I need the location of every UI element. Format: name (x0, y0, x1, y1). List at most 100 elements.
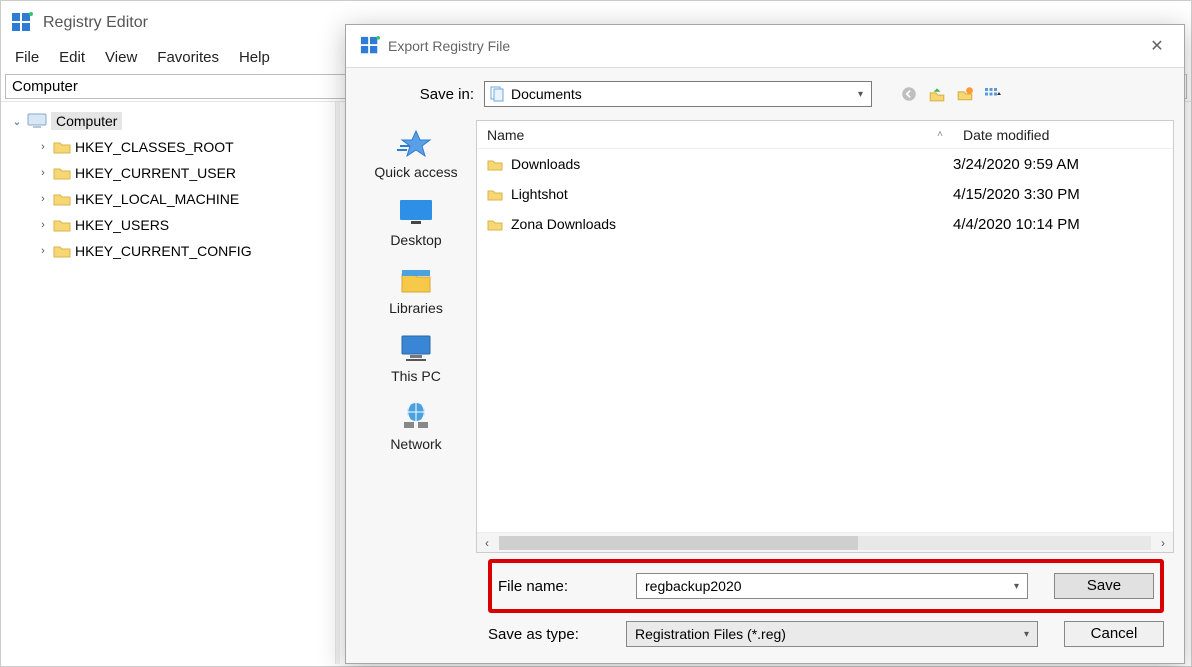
place-label: Network (390, 436, 441, 452)
libraries-icon (396, 264, 436, 296)
folder-icon (53, 140, 71, 154)
dialog-body: Save in: Documents ▾ Quick access (346, 67, 1184, 663)
dialog-mid: Quick access Desktop Libraries This PC N… (356, 120, 1174, 553)
save-in-value: Documents (511, 86, 582, 102)
list-item[interactable]: Zona Downloads 4/4/2020 10:14 PM (477, 209, 1173, 239)
place-libraries[interactable]: Libraries (389, 264, 443, 316)
tree-item-hklm[interactable]: › HKEY_LOCAL_MACHINE (5, 186, 331, 212)
file-date: 4/15/2020 3:30 PM (953, 186, 1173, 203)
menu-favorites[interactable]: Favorites (149, 47, 227, 68)
save-in-row: Save in: Documents ▾ (356, 78, 1174, 110)
place-this-pc[interactable]: This PC (391, 332, 441, 384)
menu-view[interactable]: View (97, 47, 145, 68)
expand-icon[interactable]: › (37, 193, 49, 205)
dialog-bottom: File name: regbackup2020 ▾ Save Save as … (356, 553, 1174, 663)
file-date: 4/4/2020 10:14 PM (953, 216, 1173, 233)
regedit-app-icon (360, 36, 380, 56)
tree-item-hku[interactable]: › HKEY_USERS (5, 212, 331, 238)
folder-icon (53, 166, 71, 180)
scroll-track[interactable] (499, 536, 1151, 550)
network-icon (396, 400, 436, 432)
cancel-button[interactable]: Cancel (1064, 621, 1164, 647)
chevron-down-icon: ▾ (858, 89, 867, 100)
dialog-title: Export Registry File (388, 38, 1144, 54)
chevron-down-icon: ▾ (1024, 629, 1029, 640)
folder-icon (487, 158, 503, 171)
up-icon[interactable] (928, 85, 946, 103)
place-desktop[interactable]: Desktop (390, 196, 441, 248)
tree-item-hkcu[interactable]: › HKEY_CURRENT_USER (5, 160, 331, 186)
close-icon[interactable]: ✕ (1144, 36, 1170, 56)
place-label: Desktop (390, 232, 441, 248)
tree-root-label: Computer (51, 112, 122, 130)
scroll-left-icon[interactable]: ‹ (477, 536, 497, 550)
place-label: This PC (391, 368, 441, 384)
saveastype-value: Registration Files (*.reg) (635, 626, 786, 642)
expand-icon[interactable]: › (37, 141, 49, 153)
registry-tree: ⌄ Computer › HKEY_CLASSES_ROOT › HKEY_CU… (1, 102, 336, 664)
regedit-app-icon (11, 12, 33, 34)
column-name[interactable]: Name ˄ (477, 127, 953, 143)
save-button[interactable]: Save (1054, 573, 1154, 599)
desktop-icon (396, 196, 436, 228)
horizontal-scrollbar[interactable]: ‹ › (477, 532, 1173, 552)
dialog-toolbar (900, 85, 1002, 103)
save-in-combo[interactable]: Documents ▾ (484, 81, 872, 107)
export-dialog: Export Registry File ✕ Save in: Document… (345, 24, 1185, 664)
back-icon[interactable] (900, 85, 918, 103)
documents-icon (489, 86, 505, 102)
file-list-area: Name ˄ Date modified Downloads 3/24/2020… (476, 120, 1174, 553)
tree-item-hkcr[interactable]: › HKEY_CLASSES_ROOT (5, 134, 331, 160)
chevron-down-icon: ▾ (1014, 581, 1019, 592)
expand-icon[interactable]: › (37, 219, 49, 231)
new-folder-icon[interactable] (956, 85, 974, 103)
computer-icon (27, 113, 47, 129)
tree-root[interactable]: ⌄ Computer (5, 108, 331, 134)
saveastype-combo[interactable]: Registration Files (*.reg) ▾ (626, 621, 1038, 647)
menu-file[interactable]: File (7, 47, 47, 68)
place-label: Quick access (374, 164, 457, 180)
scroll-right-icon[interactable]: › (1153, 536, 1173, 550)
menu-help[interactable]: Help (231, 47, 278, 68)
place-quick-access[interactable]: Quick access (374, 128, 457, 180)
tree-item-hkcc[interactable]: › HKEY_CURRENT_CONFIG (5, 238, 331, 264)
file-name: Zona Downloads (511, 216, 616, 232)
menu-edit[interactable]: Edit (51, 47, 93, 68)
folder-icon (487, 188, 503, 201)
column-date-label: Date modified (963, 127, 1049, 143)
filename-label: File name: (498, 578, 624, 595)
filename-value: regbackup2020 (645, 578, 742, 594)
file-name: Lightshot (511, 186, 568, 202)
places-bar: Quick access Desktop Libraries This PC N… (356, 120, 476, 553)
filename-input[interactable]: regbackup2020 ▾ (636, 573, 1028, 599)
saveastype-label: Save as type: (488, 626, 614, 643)
expand-icon[interactable]: › (37, 167, 49, 179)
save-in-label: Save in: (356, 86, 474, 103)
sort-asc-icon: ˄ (937, 129, 943, 140)
tree-item-label: HKEY_CURRENT_CONFIG (75, 243, 252, 259)
saveastype-row: Save as type: Registration Files (*.reg)… (488, 617, 1164, 651)
file-list-header: Name ˄ Date modified (477, 121, 1173, 149)
file-name: Downloads (511, 156, 580, 172)
expand-icon[interactable]: › (37, 245, 49, 257)
filename-row: File name: regbackup2020 ▾ Save (498, 569, 1154, 603)
expand-icon[interactable]: ⌄ (11, 115, 23, 128)
views-icon[interactable] (984, 85, 1002, 103)
app-title: Registry Editor (43, 14, 148, 32)
dialog-titlebar[interactable]: Export Registry File ✕ (346, 25, 1184, 67)
file-date: 3/24/2020 9:59 AM (953, 156, 1173, 173)
folder-icon (487, 218, 503, 231)
place-label: Libraries (389, 300, 443, 316)
file-rows: Downloads 3/24/2020 9:59 AM Lightshot 4/… (477, 149, 1173, 532)
this-pc-icon (396, 332, 436, 364)
scroll-thumb[interactable] (499, 536, 858, 550)
tree-item-label: HKEY_CLASSES_ROOT (75, 139, 234, 155)
column-name-label: Name (487, 127, 524, 143)
list-item[interactable]: Downloads 3/24/2020 9:59 AM (477, 149, 1173, 179)
folder-icon (53, 244, 71, 258)
place-network[interactable]: Network (390, 400, 441, 452)
tree-item-label: HKEY_LOCAL_MACHINE (75, 191, 239, 207)
column-date-modified[interactable]: Date modified (953, 127, 1173, 143)
folder-icon (53, 218, 71, 232)
list-item[interactable]: Lightshot 4/15/2020 3:30 PM (477, 179, 1173, 209)
